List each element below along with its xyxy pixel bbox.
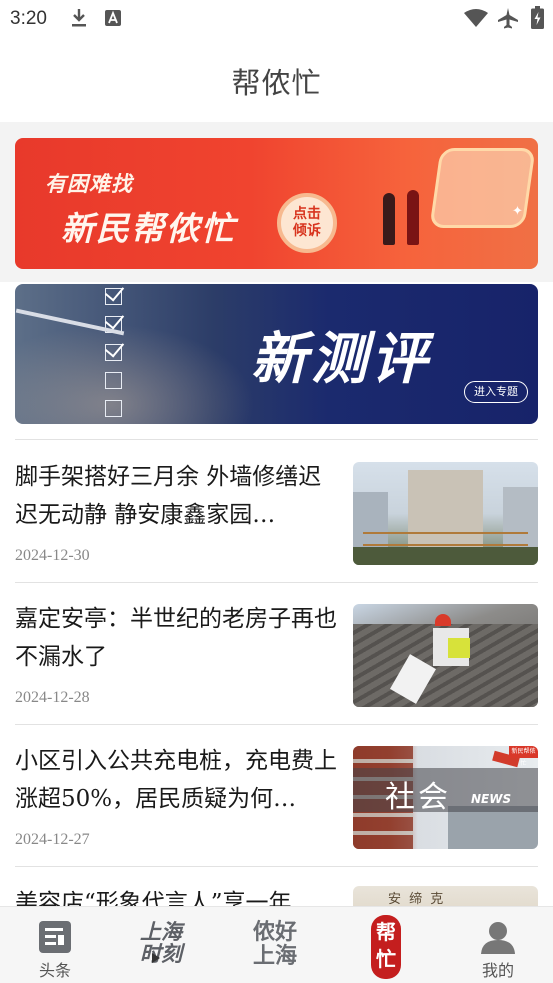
logo-line: 帮 (376, 920, 396, 944)
divider (15, 724, 538, 725)
person-figure (383, 193, 395, 245)
nonghao-shanghai-logo: 侬好 上海 (253, 921, 297, 969)
news-thumbnail (353, 462, 538, 565)
thumb-text: 安 缔 克 (388, 892, 446, 906)
logo-line: 侬好 (253, 920, 298, 945)
logo-line: 上海 (140, 920, 182, 944)
news-item[interactable]: 嘉定安亭：半世纪的老房子再也不漏水了 2024-12-28 (15, 584, 538, 724)
logo-line: 时刻 (140, 942, 182, 966)
tab-mine[interactable]: 我的 (463, 907, 533, 983)
tab-shanghai-moment[interactable]: 上海 时刻 (130, 907, 200, 983)
newspaper-icon (39, 921, 71, 953)
status-time: 3:20 (10, 8, 47, 29)
hand-keyboard-photo (15, 324, 255, 424)
news-thumbnail: 社会 NEWS 新民帮侬忙 (353, 746, 538, 849)
page-title: 帮侬忙 (231, 66, 322, 100)
divider (15, 439, 538, 440)
news-title: 小区引入公共充电桩，充电费上涨超50%，居民质疑为何… (15, 748, 337, 812)
battery-charging-icon (531, 6, 544, 33)
news-item[interactable]: 美容店“形象代言人”享一年 安 缔 克 (15, 868, 538, 906)
sparkle-icon: ✦ (512, 204, 523, 219)
news-title: 嘉定安亭：半世纪的老房子再也不漏水了 (15, 606, 337, 670)
bottom-nav: 头条 上海 时刻 侬好 上海 帮 忙 我的 (0, 906, 553, 983)
news-thumbnail (353, 604, 538, 707)
news-date: 2024-12-27 (15, 831, 90, 848)
complain-button-line1: 点击 (293, 206, 321, 222)
news-date: 2024-12-30 (15, 547, 90, 564)
news-item[interactable]: 小区引入公共充电桩，充电费上涨超50%，居民质疑为何… 2024-12-27 社… (15, 726, 538, 866)
tab-label: 我的 (481, 961, 514, 980)
bangmang-seal-logo: 帮 忙 (371, 915, 401, 979)
shanghai-moment-logo: 上海 时刻 (140, 921, 182, 965)
news-thumbnail: 安 缔 克 (353, 886, 538, 906)
divider (15, 866, 538, 867)
play-icon (152, 953, 160, 963)
news-title: 美容店“形象代言人”享一年 (15, 890, 292, 906)
news-title: 脚手架搭好三月余 外墙修缮迟迟无动静 静安康鑫家园… (15, 464, 322, 528)
wifi-icon (464, 9, 488, 31)
logo-line: 忙 (376, 947, 396, 971)
new-review-banner[interactable]: 新测评 进入专题 (15, 284, 538, 424)
divider (15, 582, 538, 583)
tab-bangmang[interactable]: 帮 忙 (356, 907, 416, 983)
banner-title: 新测评 (251, 327, 431, 392)
news-item[interactable]: 脚手架搭好三月余 外墙修缮迟迟无动静 静安康鑫家园… 2024-12-30 (15, 442, 538, 582)
banner-tagline: 有困难找 (45, 172, 133, 196)
checkbox-icon (104, 337, 125, 361)
person-icon (480, 920, 516, 958)
thumb-tag: 新民帮侬忙 (509, 746, 538, 767)
status-bar: 3:20 (0, 0, 553, 38)
person-figure (407, 190, 419, 245)
banner-headline: 新民帮侬忙 (61, 209, 236, 248)
complain-button-line2: 倾诉 (293, 223, 321, 239)
tab-label: 头条 (38, 961, 71, 980)
complain-button[interactable]: 点击 倾诉 (277, 193, 337, 253)
thumb-text: 社会 (385, 780, 451, 815)
checkbox-icon (104, 284, 125, 305)
enter-topic-button[interactable]: 进入专题 (464, 381, 528, 403)
logo-line: 上海 (253, 944, 298, 969)
tab-headlines[interactable]: 头条 (20, 907, 90, 983)
thumb-sub: NEWS (471, 792, 512, 806)
checkbox-icon (105, 400, 122, 417)
bangnongmang-banner[interactable]: 有困难找 新民帮侬忙 点击 倾诉 ✦ (15, 138, 538, 269)
checkbox-icon (105, 372, 122, 389)
tab-nonghao-shanghai[interactable]: 侬好 上海 (242, 907, 312, 983)
download-icon (70, 8, 88, 32)
text-a-icon (105, 10, 121, 30)
news-date: 2024-12-28 (15, 689, 90, 706)
airplane-icon (497, 7, 519, 33)
